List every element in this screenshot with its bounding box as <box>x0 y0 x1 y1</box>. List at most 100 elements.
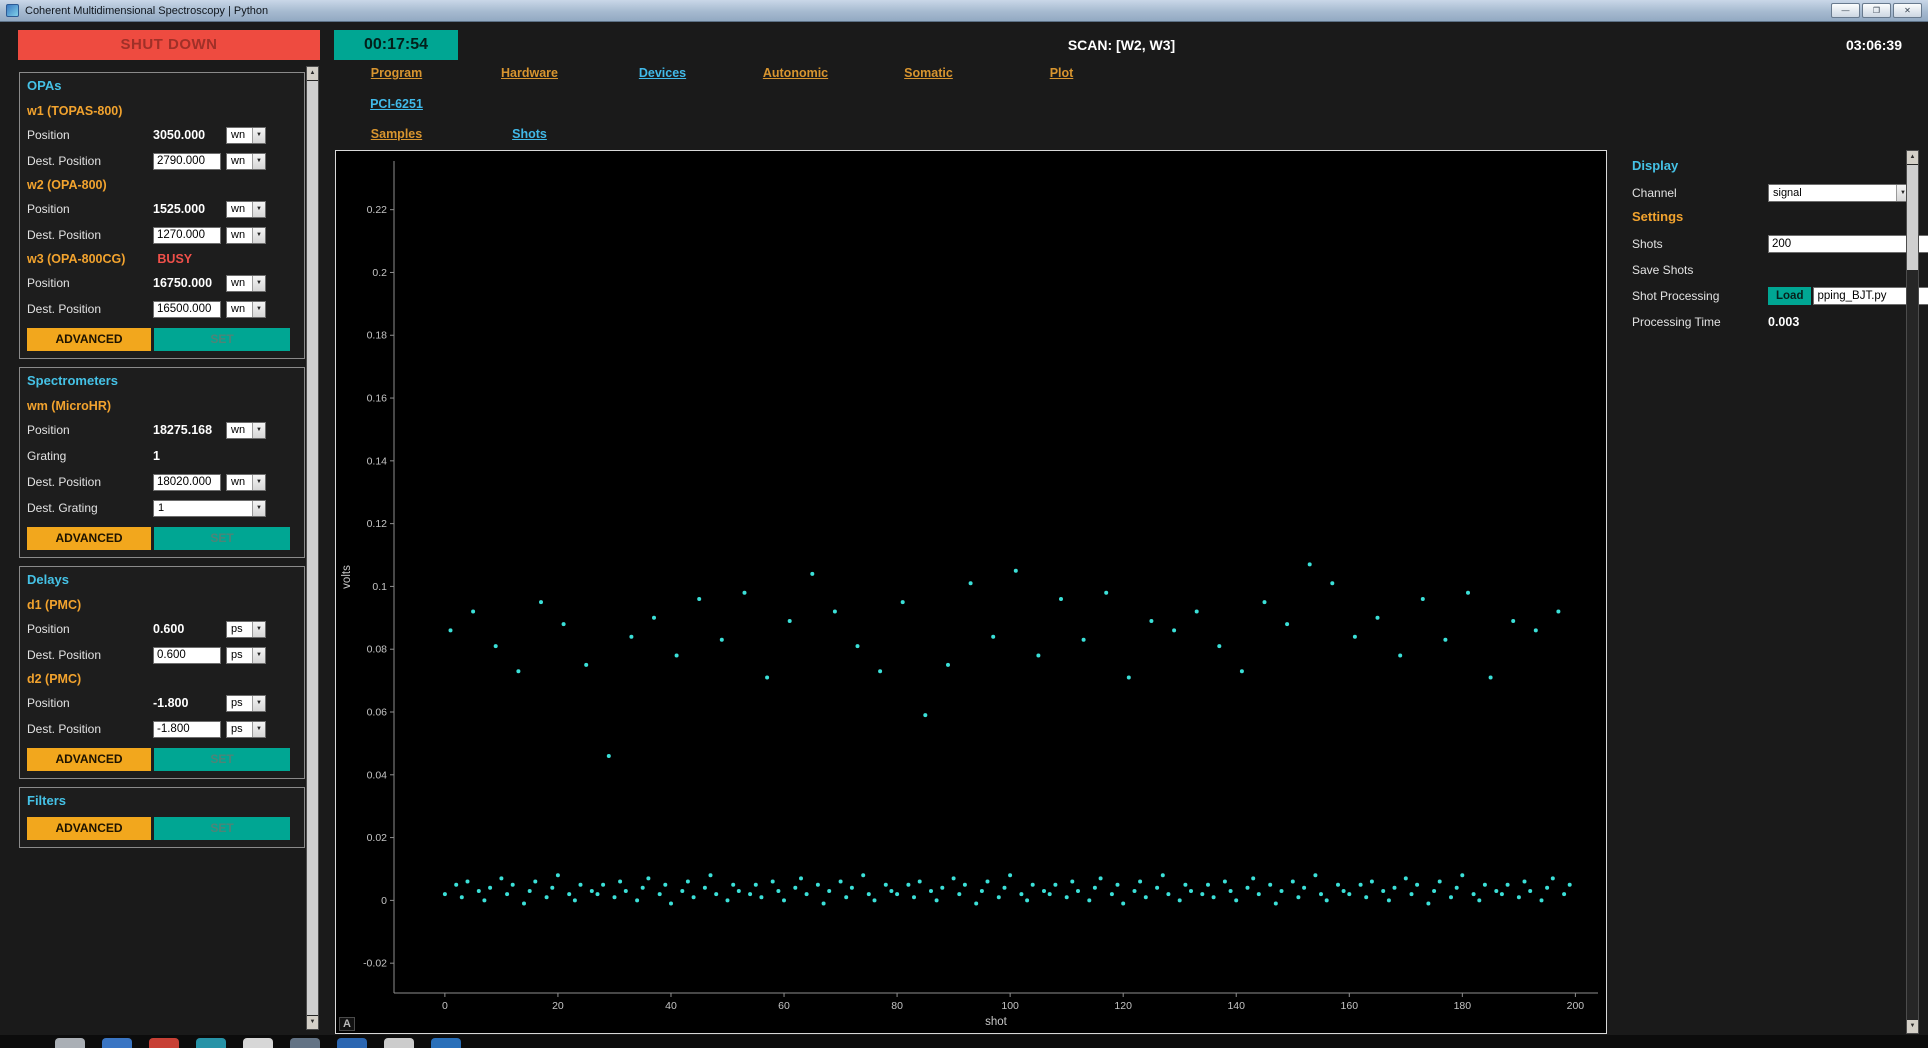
set-button[interactable]: SET <box>154 817 290 840</box>
scatter-point <box>1093 886 1097 890</box>
scroll-up-icon[interactable]: ▲ <box>1907 151 1918 164</box>
taskbar-item-app-6[interactable] <box>290 1038 320 1048</box>
scatter-point <box>545 895 549 899</box>
advanced-button[interactable]: ADVANCED <box>27 817 151 840</box>
tab-program[interactable]: Program <box>330 66 463 86</box>
device-tabs: PCI-6251 <box>330 97 463 117</box>
scatter-point <box>579 883 583 887</box>
scatter-point <box>1398 654 1402 658</box>
shots-label: Shots <box>1632 237 1768 251</box>
units-select[interactable]: ps▼ <box>226 621 266 638</box>
maximize-button[interactable]: ❐ <box>1862 3 1891 18</box>
taskbar <box>0 1035 1928 1048</box>
advanced-button[interactable]: ADVANCED <box>27 328 151 351</box>
right-scrollbar[interactable]: ▲ ▼ <box>1906 150 1919 1034</box>
scatter-point <box>929 889 933 893</box>
units-select[interactable]: ps▼ <box>226 647 266 664</box>
units-select[interactable]: wn▼ <box>226 201 266 218</box>
right-scrollbar-thumb[interactable] <box>1907 165 1918 270</box>
panel-buttons: ADVANCEDSET <box>27 527 297 550</box>
scatter-point <box>1449 895 1453 899</box>
scroll-down-icon[interactable]: ▼ <box>1907 1020 1918 1033</box>
destination-input[interactable] <box>153 474 221 491</box>
taskbar-item-app-4[interactable] <box>196 1038 226 1048</box>
tab-somatic[interactable]: Somatic <box>862 66 995 86</box>
scatter-point <box>1200 892 1204 896</box>
scatter-point <box>1511 619 1515 623</box>
shot-processing-row: Shot Processing Load <box>1632 283 1910 309</box>
taskbar-item-app-9[interactable] <box>431 1038 461 1048</box>
scatter-point <box>1568 883 1572 887</box>
auto-range-button[interactable]: A <box>339 1017 355 1031</box>
taskbar-item-app-3[interactable] <box>149 1038 179 1048</box>
hardware-name: w1 (TOPAS-800) <box>27 100 297 122</box>
channel-select[interactable]: signal ▼ <box>1768 184 1910 202</box>
tab-autonomic[interactable]: Autonomic <box>729 66 862 86</box>
destination-input[interactable] <box>153 301 221 318</box>
taskbar-item-app-1[interactable] <box>55 1038 85 1048</box>
destination-input[interactable] <box>153 721 221 738</box>
set-button[interactable]: SET <box>154 527 290 550</box>
shots-input[interactable] <box>1768 235 1928 253</box>
right-scrollbar-track[interactable] <box>1907 164 1918 1020</box>
units-select[interactable]: wn▼ <box>226 153 266 170</box>
destination-input[interactable] <box>153 647 221 664</box>
chevron-down-icon: ▼ <box>252 154 265 169</box>
units-select[interactable]: wn▼ <box>226 474 266 491</box>
scatter-point <box>889 889 893 893</box>
scatter-point <box>1500 892 1504 896</box>
scatter-point <box>1155 886 1159 890</box>
scatter-point <box>759 895 763 899</box>
scatter-point <box>1534 628 1538 632</box>
taskbar-item-app-2[interactable] <box>102 1038 132 1048</box>
advanced-button[interactable]: ADVANCED <box>27 527 151 550</box>
tab-samples[interactable]: Samples <box>330 127 463 147</box>
units-select[interactable]: wn▼ <box>226 127 266 144</box>
set-button[interactable]: SET <box>154 748 290 771</box>
scatter-point <box>1523 880 1527 884</box>
scatter-point <box>1296 895 1300 899</box>
scroll-down-icon[interactable]: ▼ <box>307 1016 318 1029</box>
shutdown-button[interactable]: SHUT DOWN <box>18 30 320 60</box>
taskbar-item-app-7[interactable] <box>337 1038 367 1048</box>
scatter-point <box>737 889 741 893</box>
destination-input[interactable] <box>153 153 221 170</box>
scroll-up-icon[interactable]: ▲ <box>307 67 318 80</box>
destination-input[interactable] <box>153 227 221 244</box>
scatter-point <box>1223 880 1227 884</box>
units-select[interactable]: ps▼ <box>226 721 266 738</box>
scatter-point <box>1003 886 1007 890</box>
chevron-down-icon: ▼ <box>252 423 265 438</box>
taskbar-item-app-8[interactable] <box>384 1038 414 1048</box>
tab-hardware[interactable]: Hardware <box>463 66 596 86</box>
tab-plot[interactable]: Plot <box>995 66 1128 86</box>
field-row: Position1525.000wn▼ <box>27 196 297 222</box>
scatter-point <box>1082 638 1086 642</box>
sidebar-scrollbar-thumb[interactable] <box>307 81 318 1015</box>
units-select[interactable]: wn▼ <box>226 275 266 292</box>
units-select[interactable]: wn▼ <box>226 301 266 318</box>
close-button[interactable]: ✕ <box>1893 3 1922 18</box>
advanced-button[interactable]: ADVANCED <box>27 748 151 771</box>
tab-pci-6251[interactable]: PCI-6251 <box>330 97 463 117</box>
set-button[interactable]: SET <box>154 328 290 351</box>
scatter-point <box>1008 873 1012 877</box>
tab-shots[interactable]: Shots <box>463 127 596 147</box>
taskbar-item-app-5[interactable] <box>243 1038 273 1048</box>
units-select[interactable]: ps▼ <box>226 695 266 712</box>
tab-devices[interactable]: Devices <box>596 66 729 86</box>
scatter-point <box>935 898 939 902</box>
sidebar-scrollbar[interactable]: ▲ ▼ <box>306 66 319 1030</box>
grating-select[interactable]: 1▼ <box>153 500 266 517</box>
minimize-button[interactable]: — <box>1831 3 1860 18</box>
scatter-point <box>658 892 662 896</box>
hardware-name-label: w2 (OPA-800) <box>27 178 107 192</box>
scatter-point <box>680 889 684 893</box>
scatter-point <box>1460 873 1464 877</box>
app-window: Coherent Multidimensional Spectroscopy |… <box>0 0 1928 1035</box>
units-select[interactable]: wn▼ <box>226 227 266 244</box>
units-select[interactable]: wn▼ <box>226 422 266 439</box>
load-button[interactable]: Load <box>1768 287 1811 305</box>
scatter-point <box>1127 676 1131 680</box>
scatter-point <box>1477 898 1481 902</box>
